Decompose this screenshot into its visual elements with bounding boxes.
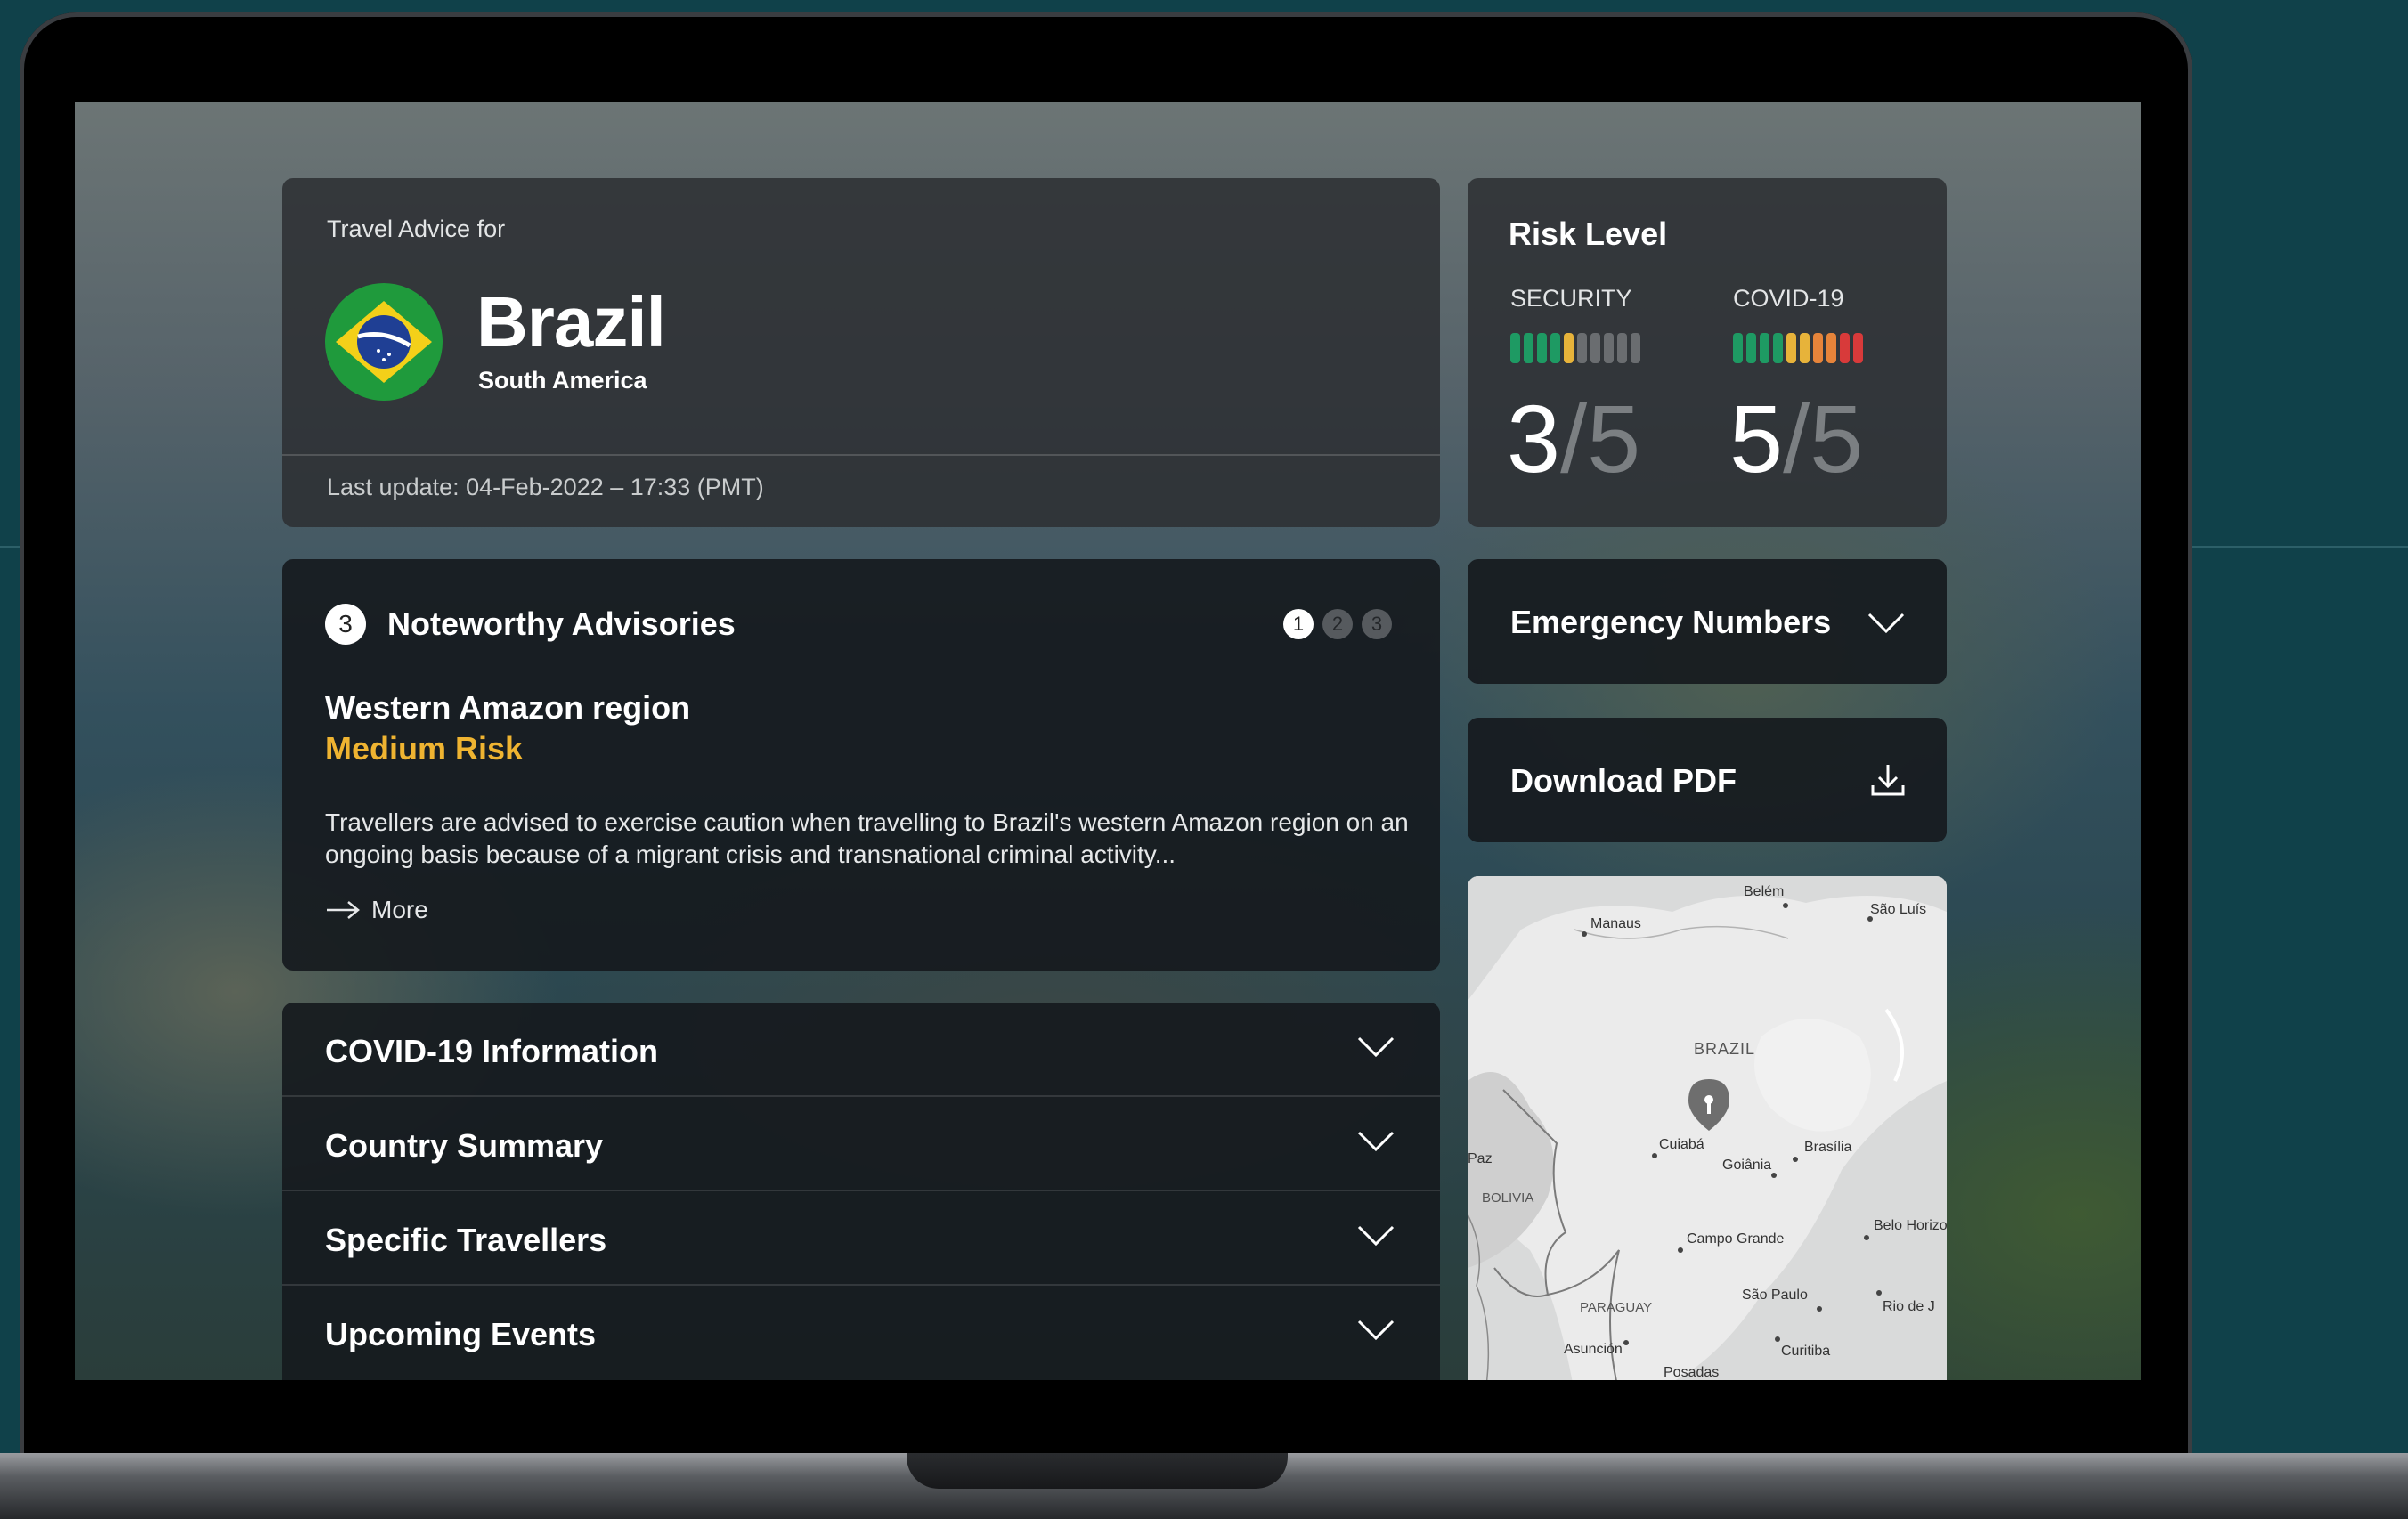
risk-bar xyxy=(1537,333,1547,363)
map-city-label: Belo Horizo xyxy=(1874,1218,1947,1233)
download-icon xyxy=(1871,765,1905,796)
accordion-label: Country Summary xyxy=(325,1127,604,1164)
map-city-label: Cuiabá xyxy=(1659,1137,1704,1152)
emergency-numbers-button[interactable]: Emergency Numbers xyxy=(1468,559,1947,684)
risk-bar xyxy=(1564,333,1574,363)
advisory-pagination: 1 2 3 xyxy=(1283,609,1392,639)
risk-level-panel: Risk Level SECURITY 3/5 COVID-19 5/5 xyxy=(1468,178,1947,527)
map-country-label: BRAZIL xyxy=(1694,1040,1755,1058)
advisory-page-3[interactable]: 3 xyxy=(1362,609,1392,639)
chevron-down-icon xyxy=(1357,1131,1395,1152)
map-city-label: Asunción xyxy=(1564,1342,1623,1357)
chevron-down-icon xyxy=(1357,1320,1395,1341)
map-city-label: Rio de J xyxy=(1883,1299,1935,1314)
security-score: 3/5 xyxy=(1507,383,1640,494)
risk-bar xyxy=(1773,333,1783,363)
map-city-label: Campo Grande xyxy=(1687,1231,1784,1247)
accordion-label: Upcoming Events xyxy=(325,1316,597,1352)
header-divider xyxy=(282,454,1440,456)
info-accordion: COVID-19 Information Country Summary Spe… xyxy=(282,1003,1440,1380)
chevron-down-icon xyxy=(1357,1225,1395,1247)
accordion-covid-info[interactable]: COVID-19 Information xyxy=(282,1003,1440,1097)
map-city-label: Posadas xyxy=(1664,1365,1719,1380)
map-country-label: PARAGUAY xyxy=(1580,1300,1652,1315)
risk-level-title: Risk Level xyxy=(1509,215,1668,252)
more-label: More xyxy=(371,896,428,923)
risk-bar xyxy=(1826,333,1836,363)
risk-bar xyxy=(1604,333,1614,363)
risk-bar xyxy=(1813,333,1823,363)
risk-bar xyxy=(1853,333,1863,363)
download-pdf-button[interactable]: Download PDF xyxy=(1468,718,1947,842)
last-update: Last update: 04-Feb-2022 – 17:33 (PMT) xyxy=(327,474,764,500)
emergency-numbers-label: Emergency Numbers xyxy=(1510,604,1832,640)
map-city-label: Goiânia xyxy=(1722,1158,1771,1173)
map-city-label: São Luís xyxy=(1870,902,1926,917)
risk-bar xyxy=(1746,333,1756,363)
chevron-down-icon xyxy=(1867,613,1905,634)
country-region: South America xyxy=(478,367,647,394)
map-city-label: Curitiba xyxy=(1781,1344,1830,1359)
map-city-label: São Paulo xyxy=(1742,1287,1808,1303)
accordion-upcoming-events[interactable]: Upcoming Events xyxy=(282,1286,1440,1378)
map-city-label: Paz xyxy=(1468,1151,1493,1166)
covid-risk: COVID-19 5/5 xyxy=(1729,285,1863,492)
risk-bar xyxy=(1590,333,1600,363)
laptop-notch xyxy=(907,1453,1288,1489)
advisory-risk-level: Medium Risk xyxy=(325,730,524,767)
covid-label: COVID-19 xyxy=(1733,285,1844,312)
security-label: SECURITY xyxy=(1510,285,1632,312)
more-link[interactable]: More xyxy=(325,896,428,924)
risk-bar xyxy=(1510,333,1520,363)
country-name: Brazil xyxy=(476,282,666,361)
brazil-flag-icon xyxy=(325,283,443,401)
advisory-page-2[interactable]: 2 xyxy=(1322,609,1353,639)
advisories-panel: 3 Noteworthy Advisories 1 2 3 Western Am… xyxy=(282,559,1440,971)
advisory-text: Travellers are advised to exercise cauti… xyxy=(325,808,1409,868)
covid-score-value: 5 xyxy=(1729,385,1784,492)
risk-bar xyxy=(1631,333,1640,363)
download-pdf-label: Download PDF xyxy=(1510,762,1737,799)
map-city-label: Belém xyxy=(1744,884,1784,899)
covid-risk-meter xyxy=(1733,333,1863,363)
risk-bar xyxy=(1617,333,1627,363)
travel-advice-label: Travel Advice for xyxy=(327,215,506,242)
advisory-page-1[interactable]: 1 xyxy=(1283,609,1314,639)
map-city-label: Manaus xyxy=(1590,916,1641,931)
risk-bar xyxy=(1524,333,1533,363)
map-graphic: Manaus Belém São Luís BRAZIL Cuiabá Goiâ… xyxy=(1468,876,1947,1380)
accordion-country-summary[interactable]: Country Summary xyxy=(282,1097,1440,1191)
map-city-label: Brasília xyxy=(1804,1140,1851,1155)
screen: Travel Advice for Brazil South America L… xyxy=(75,102,2141,1380)
security-score-max: /5 xyxy=(1560,385,1641,492)
covid-score-max: /5 xyxy=(1783,385,1864,492)
risk-bar xyxy=(1550,333,1560,363)
chevron-down-icon xyxy=(1357,1036,1395,1058)
advisory-region: Western Amazon region xyxy=(325,689,691,726)
risk-bar xyxy=(1800,333,1810,363)
background-line-right xyxy=(2191,546,2408,548)
risk-bar xyxy=(1786,333,1796,363)
travel-advice-header: Travel Advice for Brazil South America L… xyxy=(282,178,1440,527)
accordion-label: COVID-19 Information xyxy=(325,1033,659,1069)
security-risk-meter xyxy=(1510,333,1640,363)
location-map[interactable]: Manaus Belém São Luís BRAZIL Cuiabá Goiâ… xyxy=(1468,876,1947,1380)
security-risk: SECURITY 3/5 xyxy=(1507,285,1640,492)
risk-bar xyxy=(1840,333,1850,363)
security-score-value: 3 xyxy=(1507,385,1561,492)
risk-bar xyxy=(1733,333,1743,363)
risk-bar xyxy=(1577,333,1587,363)
arrow-right-icon xyxy=(327,901,360,919)
advisories-title: Noteworthy Advisories xyxy=(387,605,736,642)
risk-bar xyxy=(1760,333,1769,363)
map-country-label: BOLIVIA xyxy=(1482,1190,1533,1206)
advisory-count-badge: 3 xyxy=(325,604,366,645)
covid-score: 5/5 xyxy=(1729,383,1863,494)
accordion-label: Specific Travellers xyxy=(325,1222,607,1258)
accordion-specific-travellers[interactable]: Specific Travellers xyxy=(282,1191,1440,1286)
